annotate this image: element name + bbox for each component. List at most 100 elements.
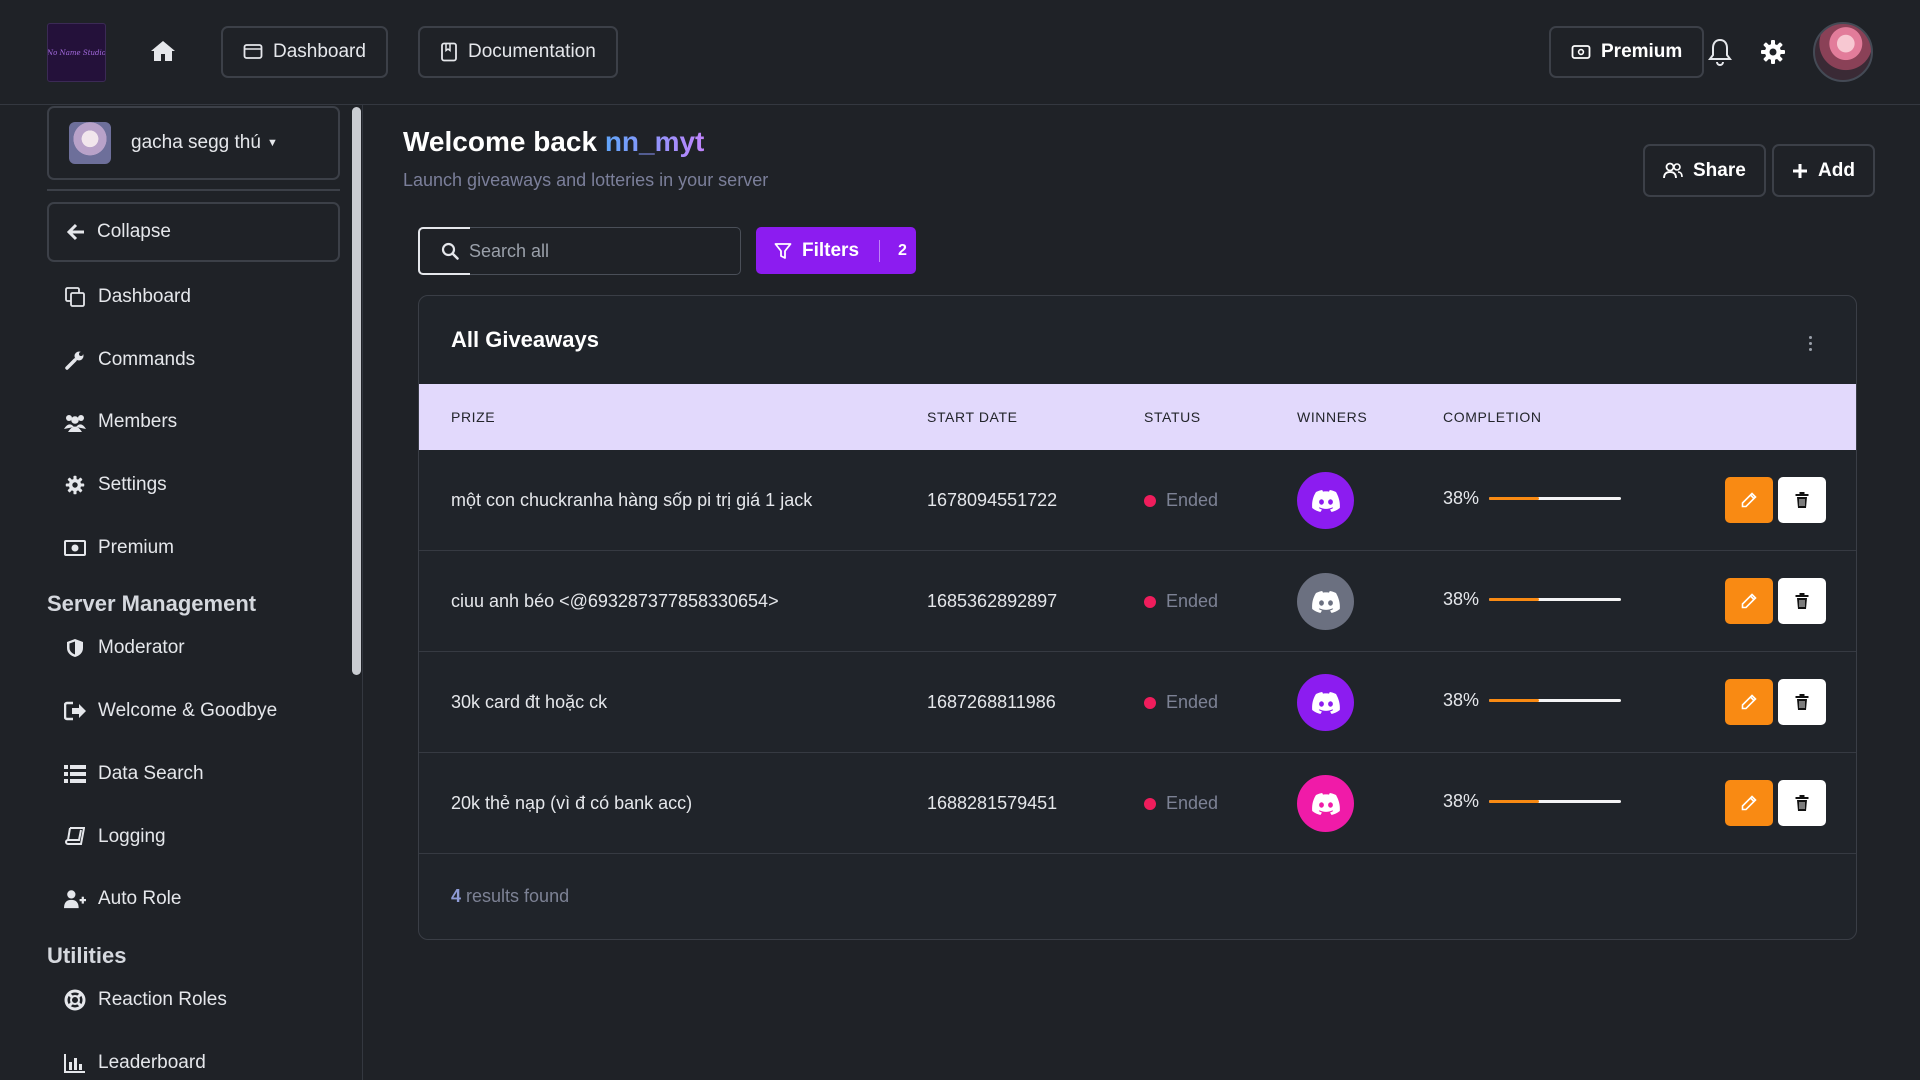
sidebar-item-data-search[interactable]: Data Search [64,759,204,789]
completion-indicator: 38% [1443,690,1621,711]
completion-indicator: 38% [1443,488,1621,509]
book-open-icon [441,42,457,62]
sidebar-item-label: Commands [98,349,196,370]
progress-bar [1489,699,1621,702]
search-box[interactable] [418,227,741,275]
column-header-prize[interactable]: PRIZE [451,409,495,425]
dashboard-nav-label: Dashboard [273,41,366,62]
column-header-winners[interactable]: WINNERS [1297,409,1367,425]
notifications-button[interactable] [1702,34,1738,70]
edit-button[interactable] [1725,578,1773,624]
username: nn_myt [604,126,705,157]
winner-avatar[interactable] [1297,674,1354,731]
users-icon [1663,162,1683,178]
home-icon [151,41,175,61]
monitor-icon [243,44,263,59]
gear-icon [1761,40,1785,64]
sidebar: gacha segg thú ▼ Collapse Dashboard Comm… [0,105,363,1080]
page-title: Welcome back nn_myt [403,126,704,158]
sidebar-item-logging[interactable]: Logging [64,822,166,852]
completion-percent: 38% [1443,488,1480,508]
filters-button[interactable]: Filters 2 [756,227,916,274]
completion-indicator: 38% [1443,791,1621,812]
caret-down-icon: ▼ [266,137,278,149]
results-number: 4 [451,886,462,906]
delete-button[interactable] [1778,679,1826,725]
column-header-start-date[interactable]: START DATE [927,409,1018,425]
start-date-cell: 1678094551722 [927,490,1058,510]
home-button[interactable] [146,33,180,69]
sidebar-item-commands[interactable]: Commands [64,345,195,375]
sidebar-item-dashboard[interactable]: Dashboard [64,282,191,312]
sidebar-item-members[interactable]: Members [64,407,177,437]
server-avatar [69,122,111,164]
sidebar-item-label: Logging [98,826,166,847]
sidebar-item-moderator[interactable]: Moderator [64,633,185,663]
add-label: Add [1818,159,1855,181]
delete-button[interactable] [1778,780,1826,826]
sidebar-item-label: Members [98,411,178,432]
sidebar-item-reaction-roles[interactable]: Reaction Roles [64,985,227,1015]
sidebar-scrollbar[interactable] [352,107,361,675]
documentation-nav-label: Documentation [468,41,596,62]
sidebar-item-leaderboard[interactable]: Leaderboard [64,1048,206,1078]
top-bar: No Name Studio Dashboard Documentation P… [0,0,1920,105]
edit-button[interactable] [1725,477,1773,523]
more-options-icon[interactable] [1800,328,1820,358]
sidebar-item-label: Moderator [98,637,185,658]
delete-button[interactable] [1778,578,1826,624]
sidebar-item-welcome-goodbye[interactable]: Welcome & Goodbye [64,696,277,726]
user-avatar[interactable] [1813,22,1873,82]
collapse-button[interactable]: Collapse [47,202,340,262]
column-header-completion[interactable]: COMPLETION [1443,409,1542,425]
section-title-server-management: Server Management [47,591,257,616]
app-logo[interactable]: No Name Studio [47,23,106,82]
dashboard-nav-button[interactable]: Dashboard [221,26,388,78]
edit-button[interactable] [1725,780,1773,826]
sidebar-item-premium[interactable]: Premium [64,533,174,563]
status-label: Ended [1166,692,1219,712]
premium-label: Premium [1601,41,1683,62]
winner-avatar[interactable] [1297,472,1354,529]
sidebar-item-label: Auto Role [98,888,182,909]
table-row: 20k thẻ nạp (vì đ có bank acc) 168828157… [419,753,1856,854]
progress-fill [1489,497,1540,500]
table-row: 30k card đt hoặc ck 1687268811986 Ended … [419,652,1856,753]
start-date-cell: 1685362892897 [927,591,1058,611]
start-date-cell: 1687268811986 [927,692,1056,712]
server-selector[interactable]: gacha segg thú ▼ [47,106,340,180]
users-icon [64,411,86,433]
wrench-icon [64,349,86,371]
edit-button[interactable] [1725,679,1773,725]
add-button[interactable]: Add [1772,144,1875,197]
lifebuoy-icon [64,989,86,1011]
share-button[interactable]: Share [1643,144,1766,197]
status-label: Ended [1166,793,1219,813]
winner-avatar[interactable] [1297,775,1354,832]
discord-icon [1311,691,1340,714]
sidebar-item-label: Data Search [98,763,204,784]
plus-icon [1793,163,1807,178]
card-title: All Giveaways [451,327,599,352]
delete-button[interactable] [1778,477,1826,523]
start-date-cell: 1688281579451 [927,793,1058,813]
column-header-status[interactable]: STATUS [1144,409,1201,425]
table-row: ciuu anh béo <@693287377858330654> 16853… [419,551,1856,652]
status-badge: Ended [1144,490,1218,511]
status-badge: Ended [1144,591,1218,612]
settings-button[interactable] [1755,34,1791,70]
sidebar-item-auto-role[interactable]: Auto Role [64,884,181,914]
pencil-icon [1741,492,1757,508]
sidebar-item-label: Leaderboard [98,1052,206,1073]
sidebar-item-label: Welcome & Goodbye [98,700,278,721]
premium-button[interactable]: Premium [1549,26,1705,78]
discord-icon [1311,792,1340,815]
search-input[interactable] [469,240,719,262]
sidebar-item-settings[interactable]: Settings [64,470,167,500]
winner-avatar[interactable] [1297,573,1354,630]
discord-icon [1311,590,1340,613]
trash-icon [1795,694,1809,710]
documentation-nav-button[interactable]: Documentation [418,26,618,78]
results-count: 4 results found [451,886,569,907]
status-dot [1144,797,1156,810]
